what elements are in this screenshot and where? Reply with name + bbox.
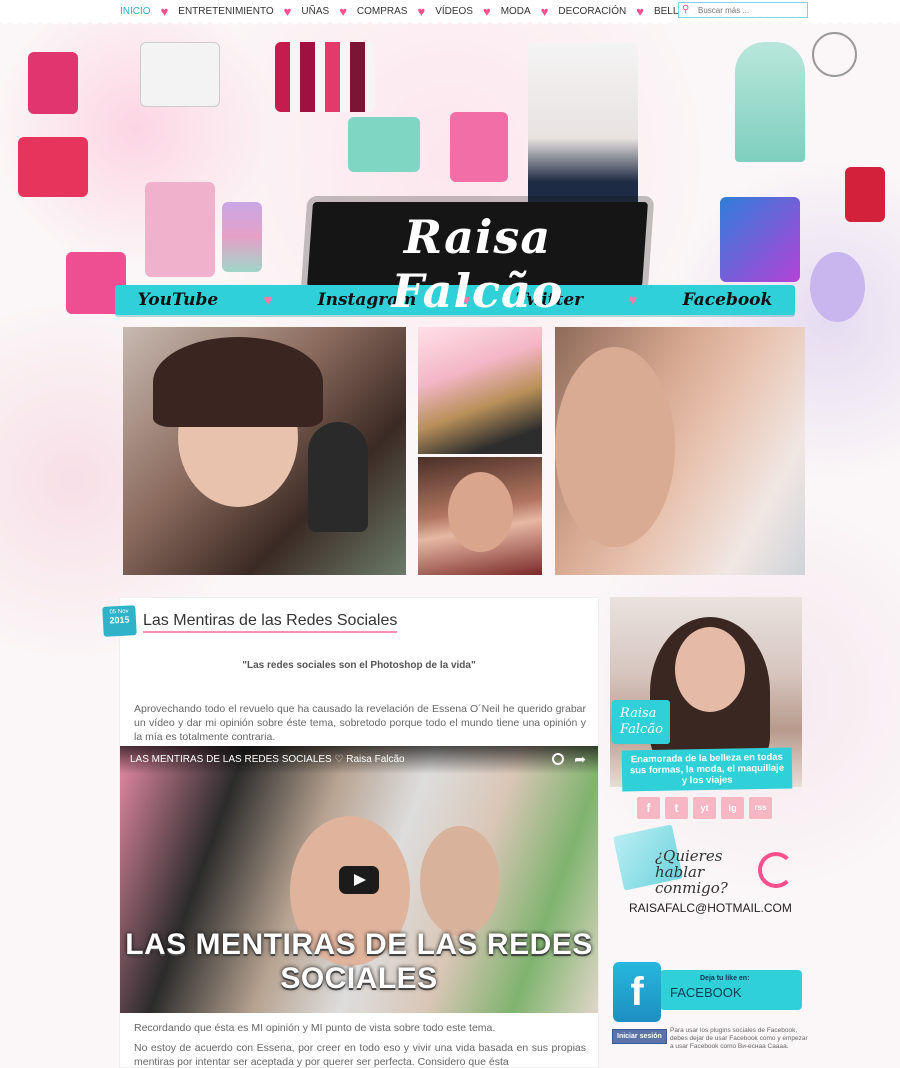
post-paragraph-3: No estoy de acuerdo con Essena, por cree… — [134, 1042, 586, 1068]
facebook-logo-icon[interactable]: f — [613, 962, 661, 1022]
shopping-bag-illustration — [140, 42, 220, 107]
heels-illustration — [845, 167, 885, 222]
instagram-icon[interactable]: ig — [721, 797, 744, 819]
facebook-plugin-note: Para usar los plugins sociales de Facebo… — [670, 1027, 808, 1050]
heart-icon: ♥ — [283, 3, 292, 19]
nav-item-unas[interactable]: UÑAS — [297, 6, 333, 17]
facebook-icon[interactable]: f — [637, 797, 660, 819]
gown-illustration — [720, 197, 800, 282]
nav-item-entretenimiento[interactable]: ENTRETENIMIENTO — [174, 6, 277, 17]
featured-photo-3[interactable] — [418, 457, 542, 575]
nav-item-inicio[interactable]: INICIO — [116, 6, 155, 17]
contact-heading-line-2: conmigo? — [655, 879, 728, 897]
heart-icon: ♥ — [482, 3, 491, 19]
post-title[interactable]: Las Mentiras de las Redes Sociales — [143, 612, 398, 633]
youtube-icon[interactable]: yt — [693, 797, 716, 819]
face-shape — [555, 347, 675, 547]
video-face-shape — [420, 826, 500, 936]
sidebar-tagline: Enamorada de la belleza en todas sus for… — [621, 747, 793, 792]
post-quote: "Las redes sociales son el Photoshop de … — [242, 660, 476, 671]
post-paragraph-2: Recordando que ésta es MI opinión y MI p… — [134, 1022, 496, 1034]
heart-icon: ♥ — [160, 3, 169, 19]
search-input[interactable] — [698, 5, 803, 15]
twitter-icon[interactable]: t — [665, 797, 688, 819]
quilted-bag-illustration — [348, 117, 420, 172]
facebook-like-prompt: Deja tu like en: — [700, 975, 750, 982]
dreamcatcher-illustration — [812, 32, 857, 77]
sidebar-profile-name: Raisa Falcão — [612, 700, 670, 744]
youtube-video-embed[interactable]: LAS MENTIRAS DE LAS REDES SOCIALES ♡ Rai… — [120, 746, 598, 1013]
girl-portrait-sketch — [528, 42, 638, 217]
profile-name-line-2: Falcão — [620, 722, 663, 737]
handbag-illustration — [18, 137, 88, 197]
perfume-bottle-illustration — [28, 52, 78, 114]
rss-icon[interactable]: rss — [749, 797, 772, 819]
perfume-purple-illustration — [810, 252, 865, 322]
video-title-bar: LAS MENTIRAS DE LAS REDES SOCIALES ♡ Rai… — [120, 746, 598, 774]
featured-photo-2[interactable] — [418, 327, 542, 454]
nav-item-videos[interactable]: VÍDEOS — [431, 6, 477, 17]
featured-photo-1[interactable] — [123, 327, 406, 575]
header-illustration: Raisa Falcão YouTube ♥ Instagram ♥ Twitt… — [0, 22, 900, 322]
sidebar-social-icons: f t yt ig rss — [637, 797, 772, 819]
nav-item-compras[interactable]: COMPRAS — [353, 6, 412, 17]
facebook-login-button[interactable]: Iniciar sesión — [612, 1029, 667, 1044]
hair-shape — [153, 337, 323, 427]
video-thumbnail-caption: LAS MENTIRAS DE LAS REDES SOCIALES — [120, 928, 598, 996]
search-box: ⚲ — [678, 2, 808, 18]
nav-item-moda[interactable]: MODA — [497, 6, 535, 17]
perfume-illustration — [450, 112, 508, 182]
post-date-year: 2015 — [109, 614, 130, 626]
video-caption-line-2: SOCIALES — [280, 962, 438, 995]
heart-icon: ♥ — [417, 3, 426, 19]
video-title[interactable]: LAS MENTIRAS DE LAS REDES SOCIALES ♡ Rai… — [130, 754, 405, 765]
face-shape — [675, 627, 745, 712]
nav-item-decoracion[interactable]: DECORACIÓN — [554, 6, 630, 17]
profile-name-line-1: Raisa — [620, 706, 657, 721]
search-icon[interactable]: ⚲ — [682, 3, 696, 17]
youtube-link[interactable]: YouTube — [138, 290, 219, 310]
post-date-badge: 05 Nov 2015 — [102, 605, 137, 637]
figurine-shape — [308, 422, 368, 532]
dress-illustration — [735, 42, 805, 162]
contact-heading-line-1: ¿Quieres hablar — [655, 847, 723, 881]
perfume-pink-illustration — [145, 182, 215, 277]
play-button[interactable] — [339, 866, 379, 894]
contact-heading: ¿Quieres hablar conmigo? — [655, 848, 775, 896]
featured-photo-4[interactable] — [555, 327, 805, 575]
post-paragraph-1: Aprovechando todo el revuelo que ha caus… — [134, 703, 586, 743]
share-icon[interactable]: ➦ — [574, 751, 586, 768]
nav-menu: INICIO ♥ ENTRETENIMIENTO ♥ UÑAS ♥ COMPRA… — [116, 5, 702, 18]
heart-icon: ♥ — [339, 3, 347, 19]
top-navigation: INICIO ♥ ENTRETENIMIENTO ♥ UÑAS ♥ COMPRA… — [0, 0, 900, 22]
watch-later-icon[interactable] — [552, 753, 564, 765]
contact-email[interactable]: RAISAFALC@HOTMAIL.COM — [629, 901, 792, 915]
facebook-link[interactable]: Facebook — [683, 290, 773, 310]
video-caption-line-1: LAS MENTIRAS DE LAS REDES — [125, 928, 593, 961]
heart-icon: ♥ — [263, 291, 273, 309]
heart-icon: ♥ — [636, 3, 644, 19]
heart-icon: ♥ — [540, 3, 549, 19]
face-shape — [448, 472, 513, 552]
lipsticks-illustration — [275, 42, 375, 112]
facebook-label[interactable]: FACEBOOK — [670, 985, 742, 1000]
macarons-illustration — [222, 202, 262, 272]
site-logo[interactable]: Raisa Falcão — [310, 210, 645, 318]
